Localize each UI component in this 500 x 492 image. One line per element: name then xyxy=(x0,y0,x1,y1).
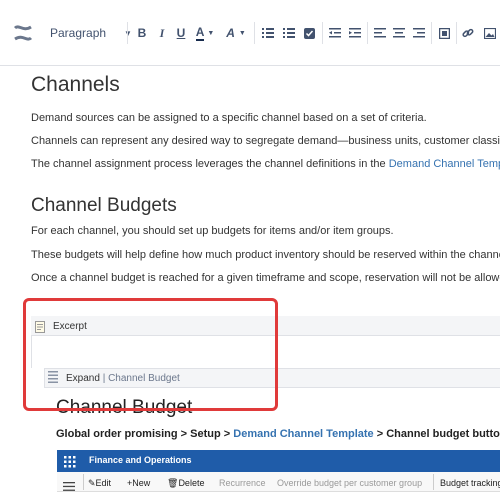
recurrence-action: Recurrence xyxy=(219,478,266,488)
new-label: New xyxy=(132,478,151,488)
underline-icon[interactable]: U xyxy=(175,24,187,42)
task-checkbox-icon[interactable] xyxy=(303,27,315,39)
new-action: +New xyxy=(127,478,150,488)
paragraph: Demand sources can be assigned to a spec… xyxy=(31,112,427,124)
navigation-path: Global order promising > Setup > Demand … xyxy=(56,428,500,440)
path-end: > Channel budget button xyxy=(373,428,500,440)
confluence-logo-icon[interactable] xyxy=(12,22,34,44)
action-pane-divider xyxy=(83,474,84,490)
align-center-icon[interactable] xyxy=(393,26,405,40)
demand-channel-template-link[interactable]: Demand Channel Template xyxy=(233,428,373,440)
toolbar-divider xyxy=(254,22,255,44)
toolbar-divider xyxy=(322,22,323,44)
hamburger-menu-icon xyxy=(63,478,75,491)
edit-label: Edit xyxy=(95,478,112,488)
toolbar-divider xyxy=(127,22,128,44)
app-title: Finance and Operations xyxy=(89,455,192,465)
paragraph: These budgets will help define how much … xyxy=(31,249,500,261)
align-right-icon[interactable] xyxy=(413,26,425,40)
paragraph: Channels can represent any desired way t… xyxy=(31,135,500,147)
bold-icon[interactable]: B xyxy=(136,24,148,42)
numbered-list-icon[interactable] xyxy=(283,26,295,40)
paragraph: For each channel, you should set up budg… xyxy=(31,225,394,237)
align-left-icon[interactable] xyxy=(374,26,386,40)
edit-action: ✎Edit xyxy=(88,478,111,489)
delete-label: Delete xyxy=(178,478,205,488)
paragraph-text: The channel assignment process leverages… xyxy=(31,158,389,170)
app-launcher-icon xyxy=(64,455,76,468)
outdent-icon[interactable] xyxy=(329,26,341,40)
budget-tracking-action: Budget tracking xyxy=(440,478,500,488)
paragraph: The channel assignment process leverages… xyxy=(31,158,500,170)
delete-action: 🗑Delete xyxy=(167,478,204,489)
clear-formatting-icon[interactable]: A ▼ xyxy=(224,24,248,42)
demand-channel-template-link[interactable]: Demand Channel Templa xyxy=(389,158,500,170)
toolbar-divider xyxy=(431,22,432,44)
paragraph: Once a channel budget is reached for a g… xyxy=(31,272,500,284)
highlight-annotation xyxy=(23,298,278,411)
link-icon[interactable] xyxy=(462,26,474,40)
heading-channel-budgets: Channel Budgets xyxy=(31,195,177,216)
bullet-list-icon[interactable] xyxy=(262,26,274,40)
page-layout-icon[interactable] xyxy=(438,26,450,40)
text-color-icon[interactable]: A ▼ xyxy=(194,24,216,42)
italic-icon[interactable]: I xyxy=(156,24,168,42)
trash-icon: 🗑 xyxy=(167,478,179,488)
heading-channels: Channels xyxy=(31,73,120,96)
path-start: Global order promising > Setup > xyxy=(56,428,234,440)
override-budget-action: Override budget per customer group xyxy=(277,478,423,488)
action-pane-divider xyxy=(433,474,434,490)
paragraph-style-label: Paragraph xyxy=(50,26,107,40)
indent-icon[interactable] xyxy=(349,26,361,40)
paragraph-style-dropdown[interactable]: Paragraph ▼ xyxy=(42,22,132,44)
toolbar-divider xyxy=(367,22,368,44)
chevron-down-icon: ▼ xyxy=(124,28,132,38)
pencil-icon: ✎ xyxy=(88,478,96,488)
toolbar-divider xyxy=(456,22,457,44)
image-icon[interactable] xyxy=(484,26,496,40)
